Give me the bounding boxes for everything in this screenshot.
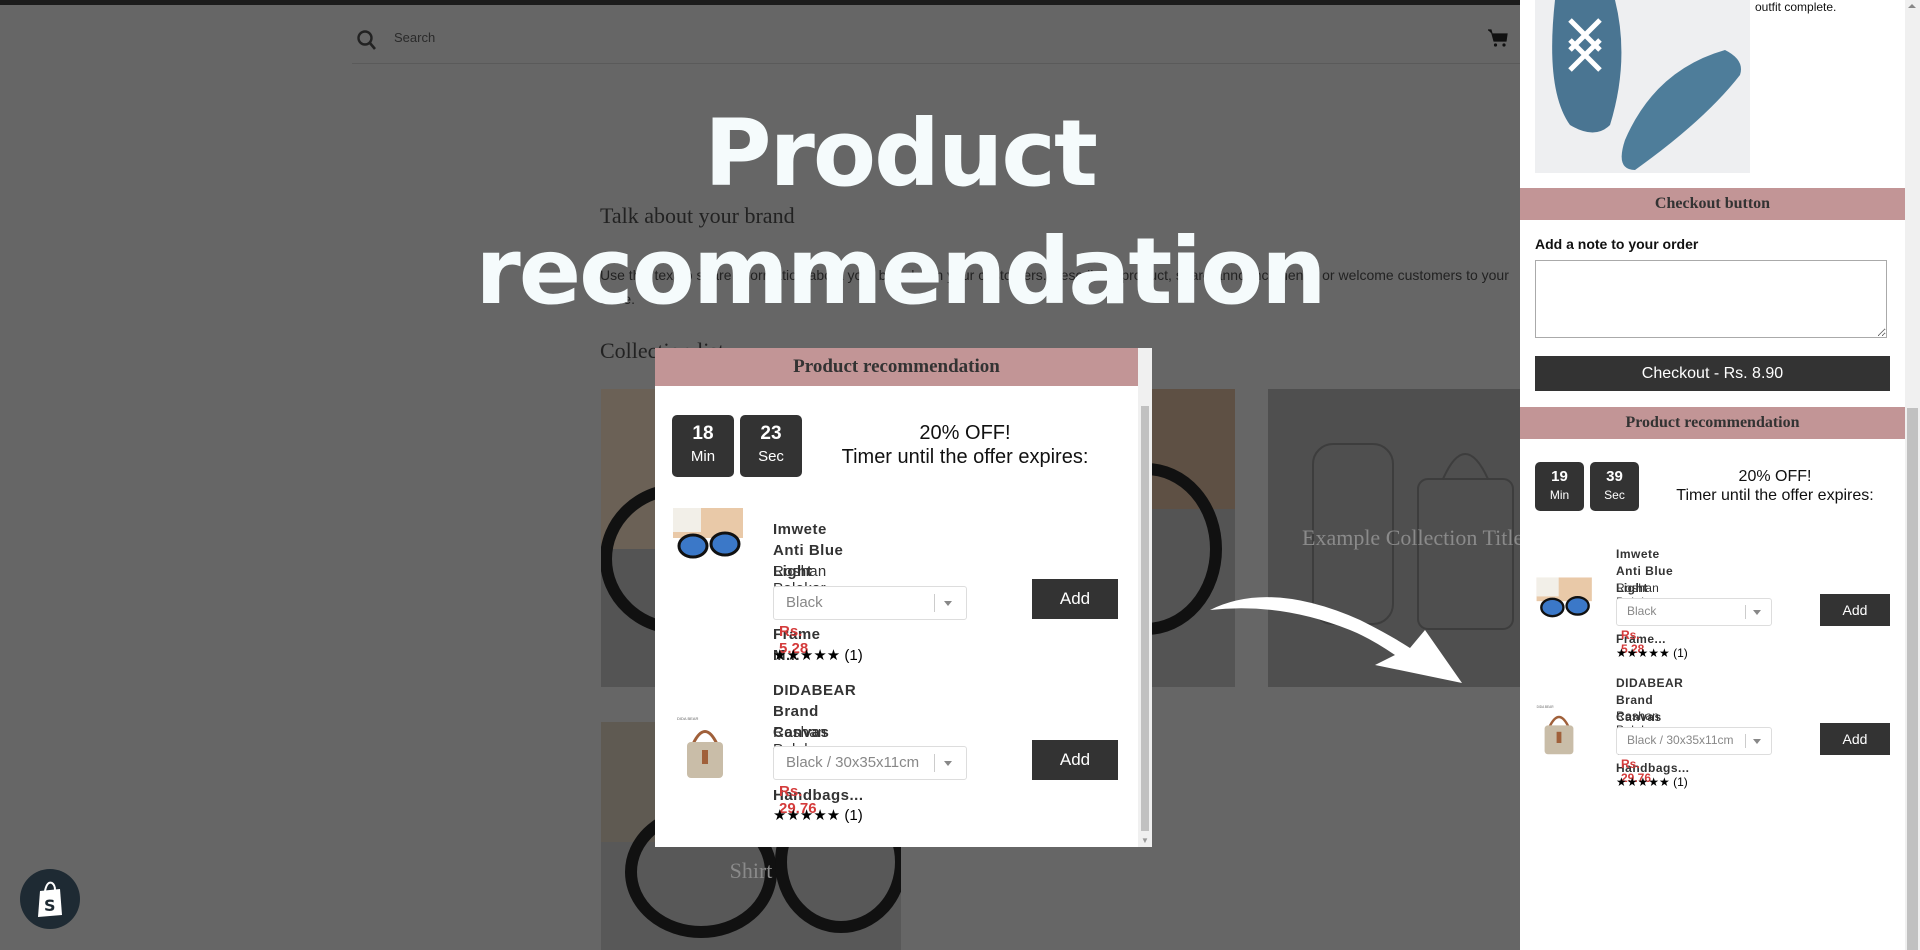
seconds-label: Sec (1604, 488, 1625, 502)
modal-scrollbar[interactable]: ▼ (1138, 348, 1152, 847)
offer-text: 20% OFF! Timer until the offer expires: (825, 421, 1105, 469)
offer-headline: 20% OFF! (919, 422, 1011, 444)
add-to-cart-button[interactable]: Add (1032, 579, 1118, 619)
cart-icon[interactable] (1487, 27, 1509, 49)
scrollbar-thumb[interactable] (1907, 408, 1918, 950)
search-icon[interactable] (356, 29, 378, 51)
review-count: (1) (1673, 646, 1688, 660)
panel-dim-overlay (1520, 0, 1905, 221)
product-recommendation-modal: Product recommendation ▼ 18 Min 23 Sec 2… (655, 348, 1152, 847)
timer-minutes: 18 Min (672, 415, 734, 477)
offer-subtext: Timer until the offer expires: (1676, 487, 1874, 504)
variant-value: Black (786, 594, 823, 611)
checkout-button[interactable]: Checkout - Rs. 8.90 (1535, 356, 1890, 391)
review-count: (1) (844, 647, 863, 664)
svg-text:DIDA BEAR: DIDA BEAR (677, 716, 698, 721)
product-rating: ★★★★★ (1) (1616, 646, 1688, 660)
star-rating-icon: ★★★★★ (1616, 646, 1670, 660)
svg-text:S: S (44, 896, 56, 915)
promo-caption-line2: recommendation (475, 218, 1326, 325)
minutes-value: 18 (692, 423, 714, 444)
promo-caption-line1: Product (704, 100, 1098, 207)
variant-select[interactable]: Black (1616, 598, 1772, 626)
variant-value: Black (1627, 604, 1657, 618)
collection-tile-label: Example Collection Title (1302, 525, 1520, 550)
review-count: (1) (1673, 775, 1688, 789)
select-divider (1745, 605, 1746, 619)
star-rating-icon: ★★★★★ (1616, 775, 1670, 789)
select-divider (934, 754, 935, 772)
variant-select[interactable]: Black (773, 586, 967, 620)
collection-tile-label: Shirt (729, 858, 773, 883)
review-count: (1) (844, 807, 863, 824)
countdown-timer: 18 Min 23 Sec (672, 415, 802, 477)
order-note-textarea[interactable] (1535, 260, 1887, 338)
chevron-down-icon (1753, 739, 1761, 744)
chevron-down-icon (944, 761, 952, 766)
svg-text:DIDA BEAR: DIDA BEAR (1537, 705, 1555, 709)
seconds-value: 39 (1606, 468, 1623, 485)
shopify-badge[interactable]: S (20, 869, 80, 929)
seconds-label: Sec (758, 448, 784, 465)
star-rating-icon: ★★★★★ (773, 647, 841, 664)
promo-caption: Product recommendation (400, 95, 1400, 331)
product-image-tote-bag[interactable]: DIDA BEAR (1535, 702, 1583, 760)
product-image-tote-bag[interactable]: DIDA BEAR (675, 714, 735, 784)
timer-minutes: 19 Min (1535, 462, 1584, 511)
seconds-value: 23 (760, 423, 782, 444)
timer-seconds: 23 Sec (740, 415, 802, 477)
product-rating: ★★★★★ (1) (773, 806, 863, 824)
variant-value: Black / 30x35x11cm (786, 754, 920, 771)
order-note-label: Add a note to your order (1535, 236, 1699, 252)
recommendation-section-header: Product recommendation (1520, 407, 1905, 439)
product-image-glasses[interactable] (671, 504, 747, 564)
variant-select[interactable]: Black / 30x35x11cm (1616, 727, 1772, 755)
star-rating-icon: ★★★★★ (773, 807, 841, 824)
product-image-glasses[interactable] (1535, 574, 1595, 622)
offer-text: 20% OFF! Timer until the offer expires: (1655, 467, 1895, 505)
offer-headline: 20% OFF! (1738, 468, 1812, 485)
select-divider (1745, 734, 1746, 748)
curved-arrow-icon (1210, 597, 1462, 683)
timer-seconds: 39 Sec (1590, 462, 1639, 511)
add-to-cart-button[interactable]: Add (1820, 723, 1890, 755)
chevron-down-icon (944, 601, 952, 606)
minutes-label: Min (690, 448, 716, 465)
offer-subtext: Timer until the offer expires: (841, 446, 1089, 468)
scrollbar-thumb[interactable] (1141, 406, 1149, 831)
search-input[interactable]: Search (394, 30, 435, 45)
scroll-down-icon[interactable]: ▼ (1141, 836, 1149, 845)
add-to-cart-button[interactable]: Add (1820, 594, 1890, 626)
shopify-bag-icon: S (38, 881, 62, 917)
chevron-down-icon (1753, 610, 1761, 615)
minutes-label: Min (1549, 488, 1570, 502)
scroll-up-icon[interactable] (1908, 4, 1916, 8)
select-divider (934, 594, 935, 612)
variant-select[interactable]: Black / 30x35x11cm (773, 746, 967, 780)
modal-header: Product recommendation (655, 348, 1138, 386)
countdown-timer: 19 Min 39 Sec (1535, 462, 1639, 511)
cart-drawer-scrollbar[interactable] (1905, 0, 1920, 950)
variant-value: Black / 30x35x11cm (1627, 733, 1734, 747)
product-rating: ★★★★★ (1) (1616, 775, 1688, 789)
search-bar[interactable]: Search (352, 23, 1520, 64)
product-rating: ★★★★★ (1) (773, 646, 863, 664)
minutes-value: 19 (1551, 468, 1568, 485)
add-to-cart-button[interactable]: Add (1032, 740, 1118, 780)
